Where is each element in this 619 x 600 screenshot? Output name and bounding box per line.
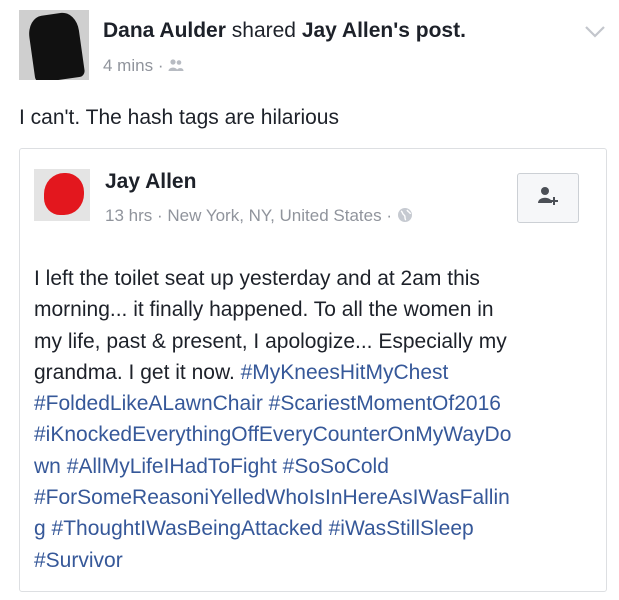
- post-body-line: #ForSomeReasoniYelledWhoIsInHereAsIWasFa…: [34, 482, 596, 513]
- post-body-line: g #ThoughtIWasBeingAttacked #iWasStillSl…: [34, 513, 596, 544]
- post-body-line: #Survivor: [34, 545, 596, 576]
- post-body-line: I left the toilet seat up yesterday and …: [34, 263, 596, 294]
- globe-icon[interactable]: [397, 207, 413, 223]
- post-text: I left the toilet seat up yesterday and …: [34, 267, 480, 290]
- post-body-line: grandma. I get it now. #MyKneesHitMyChes…: [34, 357, 596, 388]
- post-header: Dana Aulder shared Jay Allen's post. 4 m…: [19, 10, 609, 90]
- post-body-line: wn #AllMyLifeIHadToFight #SoSoCold: [34, 451, 596, 482]
- hashtag-link[interactable]: #iWasStillSleep: [329, 517, 474, 540]
- shared-author-name[interactable]: Jay Allen: [105, 170, 196, 194]
- author-avatar[interactable]: [19, 10, 89, 80]
- hashtag-link[interactable]: #SoSoCold: [283, 455, 389, 478]
- hashtag-link[interactable]: #iKnockedEverythingOffEveryCounterOnMyWa…: [34, 423, 511, 446]
- avatar-redaction: [44, 173, 84, 215]
- post-body-line: my life, past & present, I apologize... …: [34, 326, 596, 357]
- shared-post-card[interactable]: Jay Allen 13 hrs · New York, NY, United …: [19, 148, 607, 592]
- meta-separator: ·: [156, 206, 163, 225]
- hashtag-link[interactable]: g: [34, 517, 46, 540]
- meta-separator: ·: [386, 206, 392, 225]
- hashtag-link[interactable]: wn: [34, 455, 61, 478]
- hashtag-link[interactable]: #ThoughtIWasBeingAttacked: [52, 517, 323, 540]
- post-text: morning... it finally happened. To all t…: [34, 298, 494, 322]
- share-line: Dana Aulder shared Jay Allen's post.: [103, 18, 466, 44]
- friends-icon[interactable]: [168, 57, 184, 71]
- shared-post-timestamp[interactable]: 13 hrs: [105, 206, 152, 225]
- post-text: grandma. I get it now.: [34, 360, 241, 384]
- post-body-line: morning... it finally happened. To all t…: [34, 294, 596, 325]
- post-caption: I can't. The hash tags are hilarious: [19, 106, 339, 129]
- shared-author-avatar[interactable]: [34, 169, 90, 221]
- post-suffix[interactable]: 's post.: [393, 19, 466, 42]
- hashtag-link[interactable]: #Survivor: [34, 549, 123, 572]
- hashtag-link[interactable]: #ScariestMomentOf2016: [269, 392, 501, 415]
- post-timestamp[interactable]: 4 mins: [103, 56, 153, 75]
- post-meta: 4 mins ·: [103, 56, 184, 76]
- shared-post-meta: 13 hrs · New York, NY, United States ·: [105, 206, 413, 226]
- shared-from-name[interactable]: Jay Allen: [302, 19, 393, 42]
- shared-post-body: I left the toilet seat up yesterday and …: [34, 263, 596, 576]
- chevron-down-icon[interactable]: [584, 25, 606, 39]
- hashtag-link[interactable]: #FoldedLikeALawnChair: [34, 392, 263, 415]
- hashtag-link[interactable]: #MyKneesHitMyChest: [241, 361, 449, 384]
- add-friend-button[interactable]: [517, 173, 579, 223]
- hashtag-link[interactable]: #ForSomeReasoniYelledWhoIsInHereAsIWasFa…: [34, 486, 510, 509]
- hashtag-link[interactable]: #AllMyLifeIHadToFight: [67, 455, 277, 478]
- post-body-line: #iKnockedEverythingOffEveryCounterOnMyWa…: [34, 419, 596, 450]
- post-body-line: #FoldedLikeALawnChair #ScariestMomentOf2…: [34, 388, 596, 419]
- post-text: my life, past & present, I apologize... …: [34, 329, 507, 353]
- author-name[interactable]: Dana Aulder: [103, 19, 226, 42]
- share-action: shared: [231, 19, 296, 42]
- shared-post-location[interactable]: New York, NY, United States: [167, 206, 381, 225]
- add-friend-icon: [536, 184, 560, 213]
- avatar-redaction: [26, 10, 86, 80]
- meta-separator: ·: [157, 56, 164, 75]
